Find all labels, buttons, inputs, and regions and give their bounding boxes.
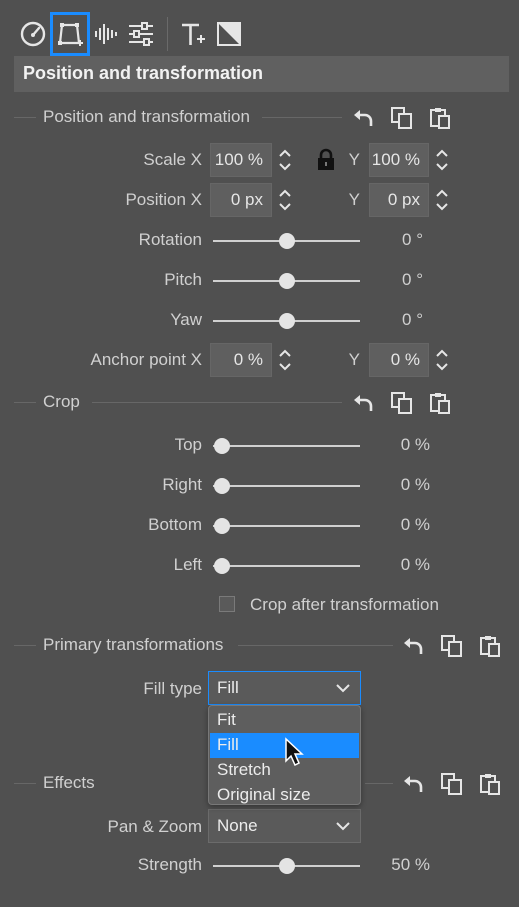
paste-icon[interactable]: [428, 106, 452, 130]
position-y-label: Y: [348, 190, 360, 209]
rotation-slider-thumb[interactable]: [279, 233, 295, 249]
chevron-down-icon: [336, 822, 350, 831]
crop-right-value: 0 %: [400, 475, 430, 494]
crop-bottom-slider[interactable]: [213, 525, 360, 527]
copy-icon[interactable]: [440, 634, 464, 658]
rotation-label: Rotation: [138, 230, 202, 249]
panel-title-bar: Position and transformation: [14, 56, 509, 92]
text-icon[interactable]: [178, 12, 208, 56]
section-divider: [365, 783, 393, 784]
paste-icon[interactable]: [478, 772, 502, 796]
transform-icon[interactable]: [50, 12, 90, 56]
fill-type-option-original-size[interactable]: Original size: [210, 783, 359, 808]
position-y-input[interactable]: 0 px: [369, 183, 429, 217]
crop-bottom-slider-thumb[interactable]: [214, 518, 230, 534]
crop-right-label: Right: [162, 475, 202, 494]
anchor-y-stepper[interactable]: [431, 343, 453, 377]
position-x-label: Position X: [125, 190, 202, 209]
crop-bottom-value: 0 %: [400, 515, 430, 534]
crop-left-slider[interactable]: [213, 565, 360, 567]
paste-icon[interactable]: [428, 391, 452, 415]
speedometer-icon[interactable]: [18, 12, 48, 56]
section-divider: [92, 402, 342, 403]
strength-label: Strength: [137, 855, 202, 874]
pan-zoom-label: Pan & Zoom: [107, 817, 203, 836]
section-title-primary: Primary transformations: [43, 635, 224, 654]
position-x-input[interactable]: 0 px: [210, 183, 272, 217]
section-divider: [14, 645, 36, 646]
scale-x-label: Scale X: [143, 150, 202, 169]
anchor-x-stepper[interactable]: [274, 343, 296, 377]
scale-y-label: Y: [348, 150, 360, 169]
fill-type-option-fit[interactable]: Fit: [210, 708, 359, 733]
rotation-value: 0 °: [402, 230, 423, 249]
scale-y-stepper[interactable]: [431, 143, 453, 177]
crop-bottom-label: Bottom: [148, 515, 202, 534]
chevron-down-icon: [336, 684, 350, 693]
section-title-position: Position and transformation: [43, 107, 250, 126]
anchor-y-input[interactable]: 0 %: [369, 343, 429, 377]
position-y-stepper[interactable]: [431, 183, 453, 217]
section-divider: [14, 783, 36, 784]
pan-zoom-select[interactable]: None: [208, 809, 361, 843]
crop-left-value: 0 %: [400, 555, 430, 574]
strength-value: 50 %: [391, 855, 430, 874]
anchor-x-input[interactable]: 0 %: [210, 343, 272, 377]
yaw-slider-thumb[interactable]: [279, 313, 295, 329]
section-divider: [262, 117, 342, 118]
crop-top-value: 0 %: [400, 435, 430, 454]
crop-top-label: Top: [174, 435, 202, 454]
fill-type-select[interactable]: Fill: [208, 671, 361, 705]
reset-icon[interactable]: [402, 634, 426, 658]
crop-left-label: Left: [173, 555, 202, 574]
fill-type-label: Fill type: [143, 679, 202, 698]
pitch-slider-thumb[interactable]: [279, 273, 295, 289]
pitch-label: Pitch: [164, 270, 202, 289]
section-title-crop: Crop: [43, 392, 80, 411]
panel-title: Position and transformation: [23, 63, 264, 83]
crop-right-slider-thumb[interactable]: [214, 478, 230, 494]
toolbar-divider: [167, 17, 168, 51]
paste-icon[interactable]: [478, 634, 502, 658]
copy-icon[interactable]: [390, 106, 414, 130]
section-divider: [238, 645, 393, 646]
position-x-stepper[interactable]: [274, 183, 296, 217]
lock-icon[interactable]: [314, 148, 338, 172]
copy-icon[interactable]: [390, 391, 414, 415]
sliders-icon[interactable]: [126, 12, 156, 56]
crop-top-slider-thumb[interactable]: [214, 438, 230, 454]
reset-icon[interactable]: [352, 391, 376, 415]
yaw-value: 0 °: [402, 310, 423, 329]
section-divider: [14, 402, 36, 403]
crop-top-slider[interactable]: [213, 445, 360, 447]
strength-slider-thumb[interactable]: [279, 858, 295, 874]
section-divider: [14, 117, 36, 118]
audio-waveform-icon[interactable]: [92, 12, 120, 56]
reset-icon[interactable]: [402, 772, 426, 796]
mouse-cursor-icon: [284, 737, 306, 772]
crop-after-checkbox[interactable]: [219, 596, 235, 612]
pitch-value: 0 °: [402, 270, 423, 289]
anchor-y-label: Y: [348, 350, 360, 369]
scale-x-stepper[interactable]: [274, 143, 296, 177]
mask-icon[interactable]: [214, 12, 244, 56]
anchor-x-label: Anchor point X: [90, 350, 202, 369]
crop-after-label: Crop after transformation: [250, 595, 439, 614]
section-title-effects: Effects: [43, 773, 95, 792]
scale-x-input[interactable]: 100 %: [210, 143, 272, 177]
crop-right-slider[interactable]: [213, 485, 360, 487]
copy-icon[interactable]: [440, 772, 464, 796]
scale-y-input[interactable]: 100 %: [369, 143, 429, 177]
reset-icon[interactable]: [352, 106, 376, 130]
yaw-label: Yaw: [170, 310, 202, 329]
crop-left-slider-thumb[interactable]: [214, 558, 230, 574]
